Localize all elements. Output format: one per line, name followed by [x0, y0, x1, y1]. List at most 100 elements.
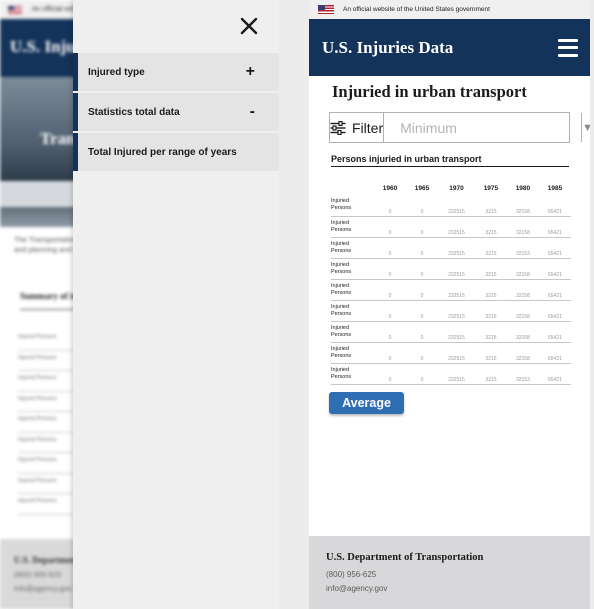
- table-cell: 65421: [538, 321, 571, 343]
- plus-icon[interactable]: +: [246, 63, 255, 81]
- official-banner-text: An official website of the United States…: [343, 6, 490, 13]
- drawer-item-total-per-range[interactable]: Total Injured per range of years: [73, 133, 279, 171]
- site-header: U.S. Injuries Data: [309, 19, 590, 76]
- filter-button-label: Filter: [352, 119, 384, 136]
- table-cell: 3215: [474, 300, 507, 322]
- table-cell: 0: [374, 279, 406, 301]
- row-label: Injuried Persons: [331, 216, 374, 238]
- table-row: Injuried Persons 0 0 232515 3215 32158 65…: [331, 300, 571, 322]
- table-cell: 32158: [506, 195, 539, 217]
- table-row: Injuried Persons 0 0 232515 3215 32158 65…: [331, 195, 571, 217]
- table-cell: 0: [406, 279, 438, 301]
- row-label-top: Injuried: [331, 366, 350, 373]
- menu-bar: [558, 53, 578, 57]
- table-cell: 65421: [538, 195, 571, 217]
- drawer-item-injured-type[interactable]: Injured type +: [73, 53, 279, 91]
- table-cell: 65421: [538, 363, 571, 385]
- site-title[interactable]: U.S. Injuries Data: [322, 38, 453, 58]
- table-cell: 232515: [438, 342, 475, 364]
- column-header: 1985: [547, 184, 563, 192]
- row-label: Injuried Persons: [331, 363, 374, 385]
- table-cell: 65421: [538, 237, 571, 259]
- row-label-bottom: Persons: [331, 310, 352, 317]
- table-cell: 65421: [538, 216, 571, 238]
- sliders-icon: [330, 120, 346, 135]
- table-cell: 0: [406, 363, 438, 385]
- table-row: Injuried Persons 0 0 232515 3215 32153 65…: [331, 363, 571, 385]
- column-header: 1975: [483, 184, 499, 192]
- table-cell: 32158: [506, 279, 539, 301]
- table-cell: 65421: [538, 300, 571, 322]
- row-label: Injuried Persons: [331, 300, 374, 322]
- row-label-bottom: Persons: [331, 268, 352, 275]
- drawer-item-label: Statistics total data: [88, 106, 180, 118]
- table-cell: 0: [374, 342, 406, 364]
- us-flag-icon: [8, 5, 22, 14]
- drawer-item-statistics-total[interactable]: Statistics total data -: [73, 93, 279, 131]
- table-row: Injuried Persons 0 0 232515 3215 32153 65…: [331, 237, 571, 259]
- stage: An official website of the United States…: [0, 0, 594, 609]
- table-cell: 0: [406, 258, 438, 280]
- table-cell: 32158: [506, 258, 539, 280]
- hamburger-menu-icon[interactable]: [558, 38, 578, 57]
- table-row: Injuried Persons 0 0 232515 3215 32158 65…: [331, 342, 571, 364]
- table-cell: 32158: [506, 321, 539, 343]
- official-banner: An official website of the United States…: [309, 0, 590, 19]
- footer-title: U.S. Department of Transportation: [326, 552, 484, 563]
- table-cell: 3215: [474, 321, 507, 343]
- close-drawer-button[interactable]: [237, 14, 261, 38]
- row-label-top: Injuried: [331, 261, 350, 268]
- row-label: Injuried Persons: [331, 258, 374, 280]
- table-cell: 32158: [506, 216, 539, 238]
- table-cell: 0: [406, 237, 438, 259]
- table-cell: 65421: [538, 258, 571, 280]
- drawer-item-label: Total Injured per range of years: [88, 146, 237, 158]
- row-label-top: Injuried: [331, 303, 350, 310]
- table-cell: 0: [374, 195, 406, 217]
- table-cell: 3215: [474, 258, 507, 280]
- site-footer: U.S. Department of Transportation (800) …: [309, 536, 590, 609]
- table-row: Injuried Persons 0 0 232515 3215 32158 65…: [331, 258, 571, 280]
- row-label: Injuried Persons: [331, 195, 374, 217]
- close-icon: [240, 17, 258, 35]
- us-flag-icon: [318, 5, 334, 14]
- row-label: Injuried Persons: [331, 321, 374, 343]
- table-cell: 232515: [438, 237, 475, 259]
- row-label-top: Injuried: [331, 219, 350, 226]
- navigation-drawer: Injured type + Statistics total data - T…: [73, 0, 279, 609]
- table-cell: 0: [406, 195, 438, 217]
- row-label-bottom: Persons: [331, 226, 352, 233]
- drawer-menu-list: Injured type + Statistics total data - T…: [73, 53, 279, 173]
- drawer-item-label: Injured type: [88, 66, 145, 78]
- table-cell: 3215: [474, 216, 507, 238]
- table-cell: 0: [406, 216, 438, 238]
- table-cell: 232515: [438, 258, 475, 280]
- table-cell: 32153: [506, 237, 539, 259]
- footer-phone[interactable]: (800) 956-625: [326, 570, 573, 579]
- row-label-bottom: Persons: [331, 205, 352, 212]
- column-header: 1960: [382, 184, 398, 192]
- page-title: Injuried in urban transport: [332, 82, 527, 101]
- row-label-top: Injuried: [331, 282, 350, 289]
- row-label: Injuried Persons: [331, 342, 374, 364]
- row-label: Injuried Persons: [331, 279, 374, 301]
- average-button[interactable]: Average: [329, 392, 404, 414]
- row-label-bottom: Persons: [331, 247, 352, 254]
- row-label: Injuried Persons: [331, 237, 374, 259]
- table-cell: 32158: [506, 300, 539, 322]
- injuries-table: 1960 1965 1970 1975 1980 1985 Injuried Pe…: [331, 181, 571, 385]
- menu-bar: [558, 38, 578, 42]
- table-row: Injuried Persons 0 0 232515 3215 32158 65…: [331, 321, 571, 343]
- minimum-input[interactable]: [384, 113, 582, 142]
- minus-icon[interactable]: -: [250, 103, 255, 121]
- row-label-bottom: Persons: [331, 331, 352, 338]
- table-cell: 232515: [438, 216, 475, 238]
- filter-button[interactable]: Filter: [330, 113, 385, 142]
- table-cell: 0: [374, 363, 406, 385]
- right-phone-screen: An official website of the United States…: [309, 0, 590, 609]
- table-cell: 0: [374, 300, 406, 322]
- row-label-top: Injuried: [331, 324, 350, 331]
- footer-email[interactable]: info@agency.gov: [326, 584, 573, 593]
- table-cell: 0: [406, 321, 438, 343]
- chevron-down-icon[interactable]: ▼: [581, 113, 590, 142]
